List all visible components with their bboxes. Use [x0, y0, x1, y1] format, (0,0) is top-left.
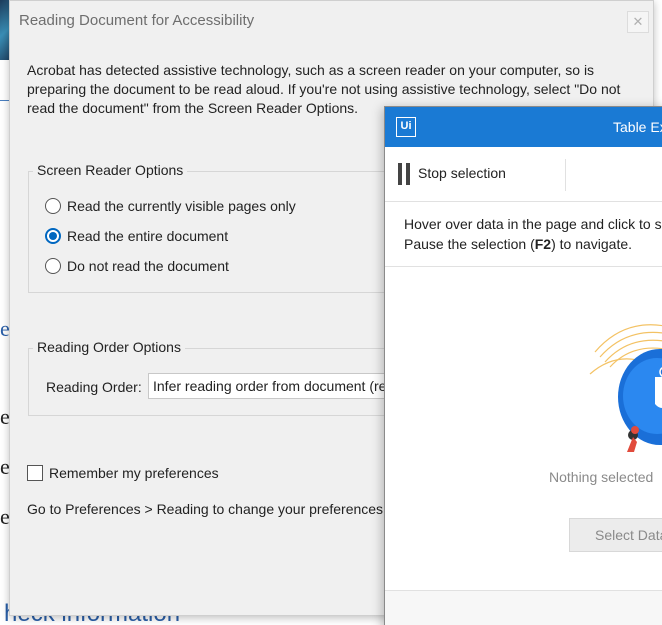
table-extraction-window: Ui Table Extraction Stop selection Hover… [384, 106, 662, 625]
footer [385, 591, 662, 625]
radio-visible-pages[interactable]: Read the currently visible pages only [45, 198, 296, 214]
window-title: Table Extraction [613, 119, 662, 135]
select-data-button[interactable]: Select Data [569, 518, 662, 552]
hotkey-label: F2 [534, 236, 552, 252]
radio-entire-document[interactable]: Read the entire document [45, 228, 228, 244]
radio-label: Read the entire document [67, 228, 229, 244]
instructions-text: ) to navigate. [551, 236, 633, 252]
instructions-text: Pause the selection ( [404, 236, 535, 252]
robot-illustration-icon [589, 324, 662, 452]
remember-preferences-checkbox[interactable]: Remember my preferences [27, 465, 219, 481]
radio-do-not-read[interactable]: Do not read the document [45, 258, 229, 274]
instructions-line-1: Hover over data in the page and click to… [404, 216, 662, 232]
dialog-title: Reading Document for Accessibility [19, 12, 255, 29]
title-bar: Ui Table Extraction [385, 107, 662, 147]
uipath-logo-icon: Ui [396, 117, 416, 137]
checkbox[interactable] [27, 465, 43, 481]
toolbar: Stop selection [385, 147, 662, 202]
screen: e e e e heck information Reading Documen… [0, 0, 662, 625]
reading-order-label: Reading Order: [46, 379, 142, 395]
empty-state-text: Nothing selected [549, 469, 654, 485]
radio-button-selected[interactable] [45, 228, 61, 244]
radio-label: Do not read the document [67, 258, 229, 274]
instructions: Hover over data in the page and click to… [385, 202, 662, 267]
toolbar-divider [565, 159, 566, 191]
radio-button[interactable] [45, 258, 61, 274]
reading-order-options-title: Reading Order Options [33, 339, 185, 355]
preferences-hint: Go to Preferences > Reading to change yo… [27, 501, 440, 517]
pause-icon[interactable] [398, 163, 410, 185]
radio-label: Read the currently visible pages only [67, 198, 296, 214]
checkbox-label: Remember my preferences [49, 465, 219, 481]
instructions-line-2: Pause the selection (F2) to navigate. [404, 234, 662, 254]
screen-reader-options-title: Screen Reader Options [33, 162, 188, 178]
stop-selection-button[interactable]: Stop selection [418, 165, 506, 181]
close-button[interactable]: ✕ [627, 11, 649, 33]
radio-button[interactable] [45, 198, 61, 214]
